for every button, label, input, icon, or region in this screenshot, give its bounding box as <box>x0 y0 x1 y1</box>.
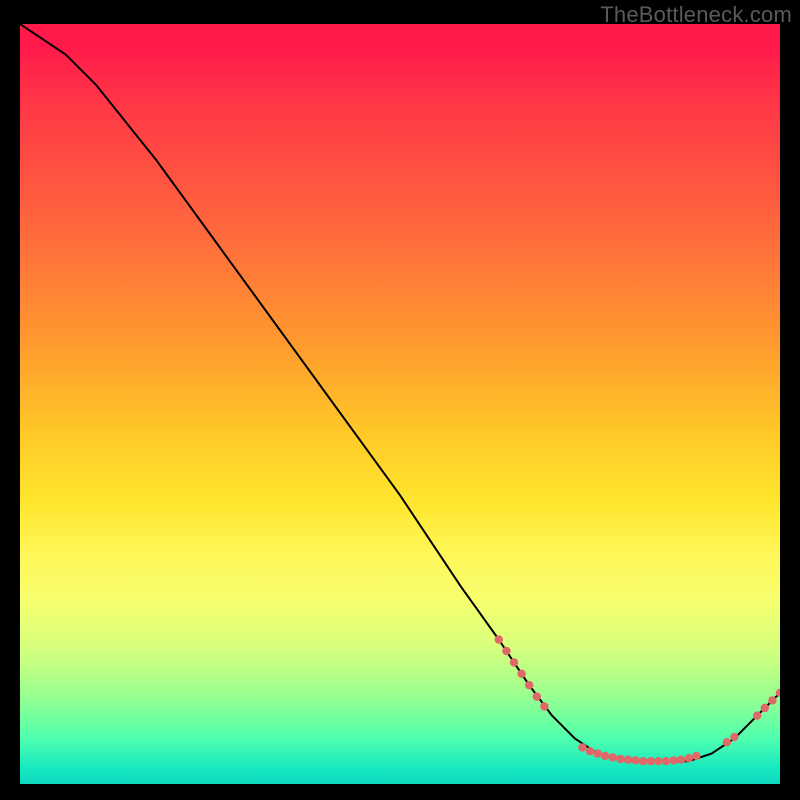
data-marker <box>753 711 761 719</box>
data-marker <box>662 757 670 765</box>
data-marker <box>768 696 776 704</box>
data-marker <box>761 704 769 712</box>
data-marker <box>730 733 738 741</box>
data-marker <box>525 681 533 689</box>
data-marker <box>669 756 677 764</box>
data-marker <box>647 757 655 765</box>
chart-svg <box>20 24 780 784</box>
data-marker <box>616 755 624 763</box>
chart-frame: TheBottleneck.com <box>0 0 800 800</box>
plot-area <box>20 24 780 784</box>
bottleneck-curve <box>20 24 780 761</box>
data-marker <box>624 756 632 764</box>
data-marker <box>578 743 586 751</box>
data-marker <box>723 738 731 746</box>
data-marker <box>495 635 503 643</box>
data-marker <box>510 658 518 666</box>
data-marker <box>609 753 617 761</box>
watermark-text: TheBottleneck.com <box>600 2 792 28</box>
data-marker <box>677 756 685 764</box>
data-marker <box>533 692 541 700</box>
data-marker <box>517 670 525 678</box>
data-marker <box>631 756 639 764</box>
data-marker <box>601 752 609 760</box>
data-marker <box>586 747 594 755</box>
data-marker <box>502 647 510 655</box>
data-marker <box>654 757 662 765</box>
data-marker <box>692 752 700 760</box>
data-marker <box>540 702 548 710</box>
data-marker <box>685 754 693 762</box>
data-marker <box>593 749 601 757</box>
data-marker <box>639 757 647 765</box>
